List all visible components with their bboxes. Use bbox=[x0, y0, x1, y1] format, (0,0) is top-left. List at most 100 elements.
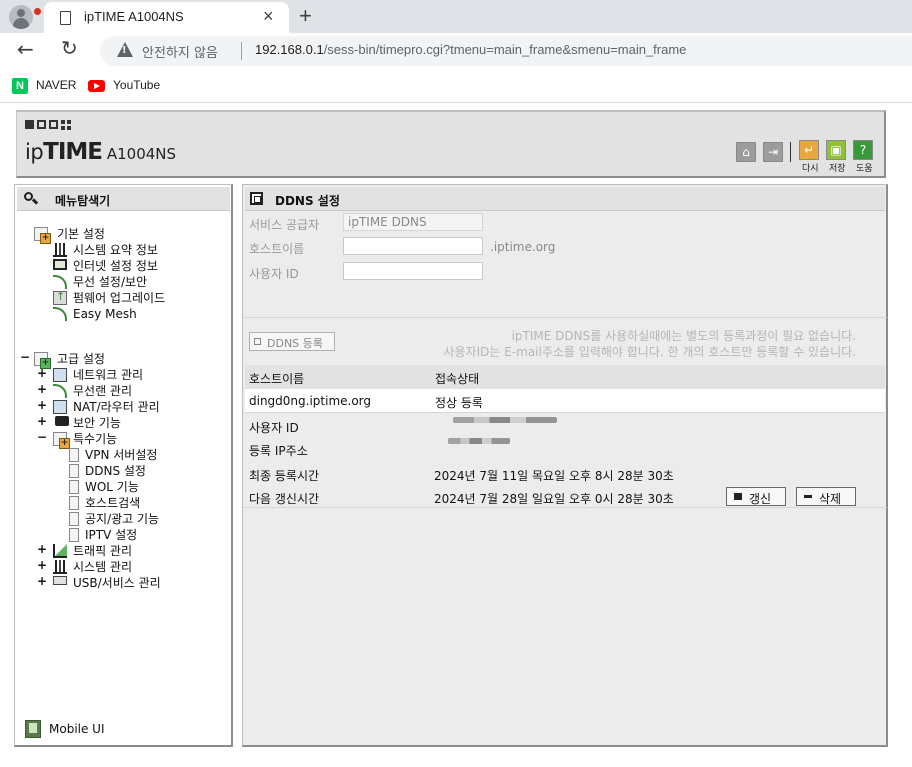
url-host: 192.168.0.1 bbox=[255, 42, 324, 57]
wifi-icon[interactable] bbox=[53, 275, 67, 289]
iptime-logo-squares bbox=[25, 120, 74, 134]
back-arrow-icon[interactable]: ← bbox=[17, 37, 34, 61]
provider-label: 서비스 공급자 bbox=[249, 218, 320, 232]
tree-iptv[interactable]: IPTV 설정 bbox=[85, 528, 137, 542]
router-admin-page: ipTIME A1004NS ⌂ ⇥ ↵ ▣ ? 다시 저장 도움 메뉴탐색기 … bbox=[0, 104, 912, 767]
mesh-wifi-icon[interactable] bbox=[53, 307, 67, 321]
save-icon[interactable]: ▣ bbox=[826, 140, 846, 160]
tree-basic-settings[interactable]: 기본 설정 bbox=[57, 227, 105, 241]
new-tab-icon[interactable]: + bbox=[299, 3, 312, 29]
tree-wol[interactable]: WOL 기능 bbox=[85, 480, 139, 494]
tree-network-management[interactable]: 네트워크 관리 bbox=[73, 368, 143, 382]
monitor-icon[interactable] bbox=[53, 259, 67, 270]
collapse-toggle-icon[interactable]: − bbox=[37, 430, 47, 444]
expand-toggle-icon[interactable]: + bbox=[37, 574, 47, 588]
firmware-upgrade-icon[interactable] bbox=[53, 290, 67, 305]
bookmarks-bar: N NAVER YouTube bbox=[0, 69, 912, 103]
brand-time: TIME bbox=[43, 139, 103, 165]
reload-label[interactable]: 다시 bbox=[802, 161, 819, 174]
bookmark-youtube[interactable]: YouTube bbox=[113, 78, 160, 92]
section-divider bbox=[243, 317, 887, 318]
naver-icon[interactable]: N bbox=[12, 78, 28, 94]
userid-input[interactable] bbox=[343, 262, 483, 280]
url-path: /sess-bin/timepro.cgi?tmenu=main_frame&s… bbox=[323, 42, 687, 57]
document-icon[interactable] bbox=[69, 464, 79, 478]
tree-advanced-settings[interactable]: 고급 설정 bbox=[57, 352, 105, 366]
ddns-register-button[interactable]: DDNS 등록 bbox=[249, 332, 335, 351]
bar-chart-icon[interactable] bbox=[53, 243, 67, 257]
address-bar[interactable]: ! 안전하지 않음 192.168.0.1/sess-bin/timepro.c… bbox=[100, 36, 912, 66]
save-label[interactable]: 저장 bbox=[829, 161, 846, 174]
tree-system-summary[interactable]: 시스템 요약 정보 bbox=[73, 243, 158, 257]
lock-icon[interactable] bbox=[55, 416, 69, 426]
tree-easy-mesh[interactable]: Easy Mesh bbox=[73, 307, 137, 321]
provider-field[interactable]: ipTIME DDNS bbox=[343, 213, 483, 231]
youtube-icon[interactable] bbox=[88, 80, 105, 92]
tree-nat-router[interactable]: NAT/라우터 관리 bbox=[73, 400, 160, 414]
tree-system-management[interactable]: 시스템 관리 bbox=[73, 560, 132, 574]
mobile-ui-label[interactable]: Mobile UI bbox=[49, 722, 105, 736]
tree-special-functions[interactable]: 특수기능 bbox=[73, 432, 117, 446]
collapse-toggle-icon[interactable]: − bbox=[20, 350, 30, 364]
tree-ddns-settings[interactable]: DDNS 설정 bbox=[85, 464, 146, 478]
redacted-userid bbox=[453, 417, 557, 423]
document-icon[interactable] bbox=[69, 512, 79, 526]
expand-toggle-icon[interactable]: + bbox=[37, 398, 47, 412]
usb-icon[interactable] bbox=[53, 576, 67, 585]
redacted-ip bbox=[448, 438, 510, 444]
home-icon[interactable]: ⌂ bbox=[736, 142, 756, 162]
header-divider bbox=[790, 142, 791, 162]
security-status-label[interactable]: 안전하지 않음 bbox=[142, 42, 218, 61]
tree-host-scan[interactable]: 호스트검색 bbox=[85, 496, 140, 510]
delete-button[interactable]: 삭제 bbox=[796, 487, 856, 506]
document-icon[interactable] bbox=[69, 448, 79, 462]
tree-traffic-management[interactable]: 트래픽 관리 bbox=[73, 544, 132, 558]
detail-next-renewal-value: 2024년 7월 28일 일요일 오후 0시 28분 30초 bbox=[434, 492, 674, 506]
table-header: 호스트이름 접속상태 bbox=[245, 365, 885, 389]
document-icon[interactable] bbox=[69, 480, 79, 494]
tree-internet-info[interactable]: 인터넷 설정 정보 bbox=[73, 259, 158, 273]
help-label[interactable]: 도움 bbox=[856, 161, 873, 174]
tree-firmware-upgrade[interactable]: 펌웨어 업그레이드 bbox=[73, 291, 165, 305]
tree-vpn-server[interactable]: VPN 서버설정 bbox=[85, 448, 157, 462]
tree-usb-service[interactable]: USB/서비스 관리 bbox=[73, 576, 161, 590]
network-icon[interactable] bbox=[53, 368, 67, 382]
document-icon[interactable] bbox=[69, 496, 79, 510]
router-brand: ipTIME A1004NS bbox=[25, 139, 176, 165]
folder-icon[interactable] bbox=[34, 227, 51, 244]
tree-wlan-management[interactable]: 무선랜 관리 bbox=[73, 384, 132, 398]
document-icon[interactable] bbox=[69, 528, 79, 542]
reload-icon[interactable]: ↻ bbox=[61, 36, 78, 60]
expand-toggle-icon[interactable]: + bbox=[37, 558, 47, 572]
expand-toggle-icon[interactable]: + bbox=[37, 542, 47, 556]
reload-config-icon[interactable]: ↵ bbox=[799, 140, 819, 160]
refresh-button[interactable]: 갱신 bbox=[726, 487, 786, 506]
expand-toggle-icon[interactable]: + bbox=[37, 366, 47, 380]
expand-toggle-icon[interactable]: + bbox=[37, 382, 47, 396]
page-title: DDNS 설정 bbox=[275, 194, 340, 208]
folder-icon[interactable] bbox=[34, 352, 51, 369]
phone-icon[interactable] bbox=[25, 720, 41, 738]
expand-toggle-icon[interactable]: + bbox=[37, 414, 47, 428]
traffic-chart-icon[interactable] bbox=[53, 544, 67, 558]
folder-icon[interactable] bbox=[53, 432, 70, 449]
sidebar-title: 메뉴탐색기 bbox=[55, 194, 111, 208]
table-row[interactable]: dingd0ng.iptime.org 정상 등록 bbox=[245, 389, 885, 413]
help-icon[interactable]: ? bbox=[853, 140, 873, 160]
browser-tab-strip: ipTIME A1004NS × + bbox=[0, 0, 912, 33]
wifi-icon[interactable] bbox=[53, 384, 67, 398]
tree-wireless-security[interactable]: 무선 설정/보안 bbox=[73, 275, 147, 289]
bookmark-naver[interactable]: NAVER bbox=[36, 78, 76, 92]
tab-close-icon[interactable]: × bbox=[263, 6, 274, 27]
url-text[interactable]: 192.168.0.1/sess-bin/timepro.cgi?tmenu=m… bbox=[255, 42, 686, 57]
logout-icon[interactable]: ⇥ bbox=[763, 142, 783, 162]
browser-tab[interactable]: ipTIME A1004NS × bbox=[44, 2, 289, 33]
panel-header: DDNS 설정 bbox=[245, 187, 885, 211]
hostname-input[interactable] bbox=[343, 237, 483, 255]
router-icon[interactable] bbox=[53, 400, 67, 414]
tree-notice-ad[interactable]: 공지/광고 기능 bbox=[85, 512, 159, 526]
tree-security[interactable]: 보안 기능 bbox=[73, 416, 121, 430]
browser-toolbar: ← ↻ ! 안전하지 않음 192.168.0.1/sess-bin/timep… bbox=[0, 33, 912, 69]
bar-chart-icon[interactable] bbox=[53, 560, 67, 574]
hostname-suffix: .iptime.org bbox=[490, 240, 556, 254]
